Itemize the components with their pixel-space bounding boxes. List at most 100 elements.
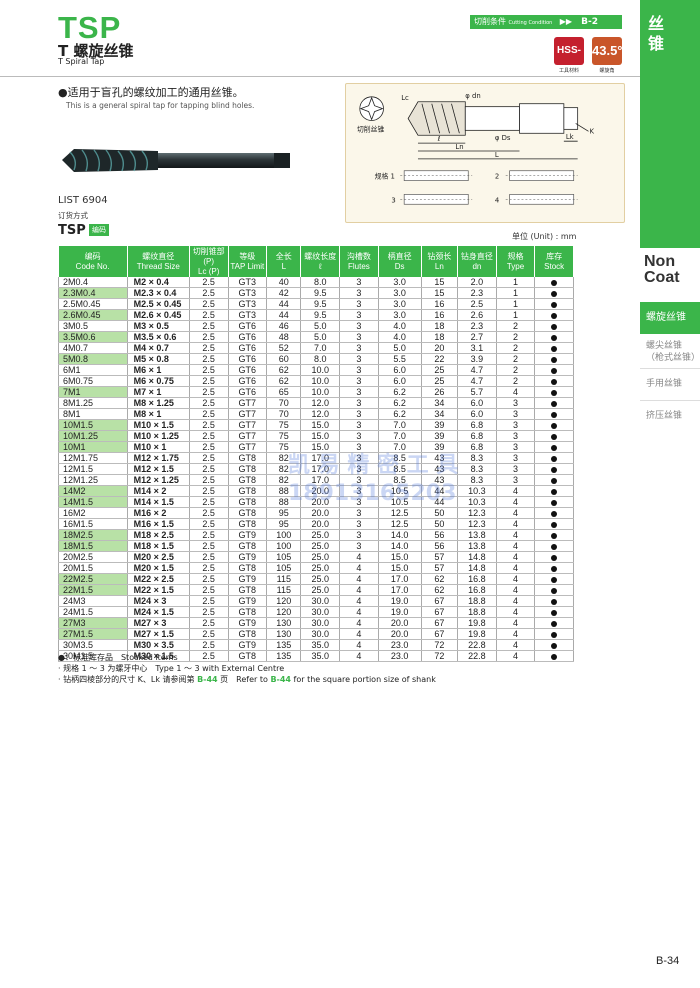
table-cell: 23.0 — [377, 639, 422, 651]
ref-link[interactable]: B-44 — [197, 675, 218, 684]
table-cell: 8.3 — [457, 463, 497, 475]
sidebar-item-point-tap[interactable]: 螺尖丝锥（枪式丝锥） — [646, 340, 700, 364]
table-cell: 13.8 — [457, 540, 497, 552]
code-cell: 6M0.75 — [58, 375, 128, 387]
thread-size-cell: M2.3 × 0.4 — [126, 287, 190, 299]
table-cell: 14.8 — [457, 562, 497, 574]
table-cell: 9.5 — [300, 309, 341, 321]
thread-size-cell: M8 × 1 — [126, 408, 190, 420]
code-cell: 30M3.5 — [58, 639, 128, 651]
diagram-label-k: K — [589, 127, 594, 135]
ref-link[interactable]: B-44 — [270, 675, 291, 684]
stock-cell — [534, 639, 574, 651]
thread-size-cell: M16 × 2 — [126, 507, 190, 519]
table-cell: 56 — [420, 540, 459, 552]
thread-size-cell: M22 × 1.5 — [126, 584, 190, 596]
table-cell: 12.0 — [300, 408, 341, 420]
sidebar-item-forming-tap[interactable]: 挤压丝锥 — [646, 410, 682, 422]
thread-size-cell: M2.5 × 0.45 — [126, 298, 190, 310]
code-cell: 8M1 — [58, 408, 128, 420]
table-cell: GT9 — [227, 595, 268, 607]
table-row: 24M3 M24 × 3 2.5 GT9 120 30.0 4 19.0 67 18.8 4 — [58, 595, 574, 607]
stock-dot-icon — [551, 488, 558, 495]
table-cell: 15.0 — [300, 419, 341, 431]
table-cell: 3 — [339, 419, 379, 431]
table-cell: 2.5 — [188, 496, 229, 508]
table-cell: 18 — [420, 331, 459, 343]
table-cell: 3 — [339, 287, 379, 299]
table-cell: 5.0 — [377, 342, 422, 354]
table-row: 22M2.5 M22 × 2.5 2.5 GT9 115 25.0 4 17.0 62 16.8 4 — [58, 573, 574, 585]
table-cell: 2.5 — [188, 419, 229, 431]
table-cell: 7.0 — [377, 441, 422, 453]
table-cell: 10.3 — [457, 485, 497, 497]
table-cell: 3 — [339, 320, 379, 332]
stock-cell — [534, 309, 574, 321]
table-cell: 16.8 — [457, 573, 497, 585]
table-cell: 2.5 — [188, 364, 229, 376]
table-cell: 2.5 — [188, 353, 229, 365]
table-cell: 30.0 — [300, 617, 341, 629]
table-cell: 12.3 — [457, 507, 497, 519]
table-row: 24M1.5 M24 × 1.5 2.5 GT8 120 30.0 4 19.0 67 18.8 4 — [58, 606, 574, 618]
sidebar-item-hand-tap[interactable]: 手用丝锥 — [646, 378, 682, 390]
thread-size-cell: M6 × 1 — [126, 364, 190, 376]
table-cell: 4 — [495, 518, 536, 530]
thread-size-cell: M6 × 0.75 — [126, 375, 190, 387]
stock-dot-icon — [551, 433, 558, 440]
code-cell: 7M1 — [58, 386, 128, 398]
code-cell: 18M1.5 — [58, 540, 128, 552]
table-cell: 25.0 — [300, 529, 341, 541]
stock-cell — [534, 277, 574, 288]
thread-size-cell: M2 × 0.4 — [126, 277, 190, 288]
table-cell: 25.0 — [300, 540, 341, 552]
table-cell: 2.5 — [188, 474, 229, 486]
column-header: 切削锥部(P) Lc (P) — [189, 246, 229, 277]
code-cell: 20M1.5 — [58, 562, 128, 574]
table-cell: 25.0 — [300, 551, 341, 563]
column-header: 沟槽数 Flutes — [339, 246, 379, 277]
table-row: 3M0.5 M3 × 0.5 2.5 GT6 46 5.0 3 4.0 18 2.3 2 — [58, 320, 574, 332]
table-cell: 3 — [339, 342, 379, 354]
table-cell: 2.5 — [188, 518, 229, 530]
stock-cell — [534, 617, 574, 629]
table-cell: 3 — [339, 277, 379, 288]
code-cell: 24M1.5 — [58, 606, 128, 618]
table-row: 2.6M0.45 M2.6 × 0.45 2.5 GT3 44 9.5 3 3.0 16 2.6 1 — [58, 309, 574, 321]
table-cell: 67 — [420, 606, 459, 618]
stock-dot-icon — [551, 389, 558, 396]
table-cell: 72 — [420, 639, 459, 651]
table-cell: 62 — [266, 375, 302, 387]
thread-size-cell: M20 × 1.5 — [126, 562, 190, 574]
table-cell: 4 — [339, 628, 379, 640]
thread-size-cell: M16 × 1.5 — [126, 518, 190, 530]
table-cell: 3 — [495, 463, 536, 475]
table-cell: 7.0 — [300, 342, 341, 354]
table-cell: 18.8 — [457, 595, 497, 607]
table-row: 6M0.75 M6 × 0.75 2.5 GT6 62 10.0 3 6.0 25 4.7 2 — [58, 375, 574, 387]
table-cell: 95 — [266, 507, 302, 519]
cutting-condition-link[interactable]: 切削条件 Cutting Condition ▶▶ B-2 — [470, 15, 622, 29]
code-cell: 12M1.25 — [58, 474, 128, 486]
unit-label: 单位 (Unit) : mm — [512, 232, 577, 241]
table-cell: 2.7 — [457, 331, 497, 343]
stock-cell — [534, 430, 574, 442]
table-cell: 14.0 — [377, 529, 422, 541]
table-cell: 13.8 — [457, 529, 497, 541]
table-cell: 8.3 — [457, 474, 497, 486]
code-cell: 10M1 — [58, 441, 128, 453]
table-row: 2.5M0.45 M2.5 × 0.45 2.5 GT3 44 9.5 3 3.0 16 2.5 1 — [58, 298, 574, 310]
product-title-en: T Spiral Tap — [58, 57, 105, 66]
thread-size-cell: M10 × 1.25 — [126, 430, 190, 442]
table-cell: 3.0 — [377, 298, 422, 310]
table-cell: 4 — [495, 386, 536, 398]
table-cell: 2.5 — [188, 507, 229, 519]
table-row: 10M1 M10 × 1 2.5 GT7 75 15.0 3 7.0 39 6.8 3 — [58, 441, 574, 453]
stock-dot-icon — [551, 576, 558, 583]
table-row: 27M3 M27 × 3 2.5 GT9 130 30.0 4 20.0 67 19.8 4 — [58, 617, 574, 629]
arrow-right-icon: ▶▶ — [559, 17, 572, 26]
sidebar-item-spiral-tap[interactable]: 螺旋丝锥 — [640, 302, 700, 334]
table-cell: 2.5 — [188, 430, 229, 442]
table-cell: 22 — [420, 353, 459, 365]
stock-dot-icon — [551, 653, 558, 660]
